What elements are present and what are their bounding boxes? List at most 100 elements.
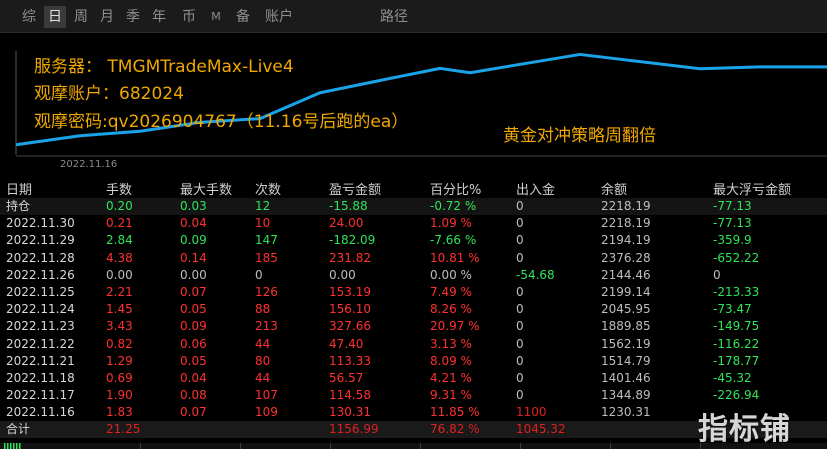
table-cell: 1401.46 — [601, 370, 651, 385]
table-cell: 44 — [255, 336, 271, 351]
table-cell: -213.33 — [713, 285, 760, 300]
table-cell: 327.66 — [329, 319, 371, 334]
table-cell: -116.22 — [713, 336, 760, 351]
table-cell: 2022.11.26 — [6, 267, 75, 282]
table-cell: 2022.11.17 — [6, 388, 75, 403]
table-cell: 0.09 — [180, 319, 207, 334]
table-cell: 47.40 — [329, 336, 364, 351]
table-cell: 0.21 — [106, 216, 133, 231]
table-row[interactable]: 2022.11.28 4.38 0.14 185 231.82 10.81 % 0 2376.… — [0, 250, 827, 267]
strip-mark — [16, 443, 18, 449]
table-cell: 2045.95 — [601, 302, 651, 317]
table-cell: 1230.31 — [601, 405, 651, 420]
strip-divider — [610, 443, 611, 449]
server-info: 服务器： TMGMTradeMax-Live4 — [34, 57, 294, 77]
table-cell: 2022.11.16 — [6, 405, 75, 420]
column-header[interactable]: 最大浮亏金额 — [707, 178, 827, 198]
table-cell: 10 — [255, 216, 271, 231]
table-row[interactable]: 2022.11.23 3.43 0.09 213 327.66 20.97 % 0 1889.… — [0, 318, 827, 335]
tab-2[interactable]: 周 — [70, 6, 92, 28]
table-cell: 185 — [255, 250, 278, 265]
table-cell: -652.22 — [713, 250, 760, 265]
table-cell: 44 — [255, 370, 271, 385]
tab-9[interactable]: 账户 — [258, 6, 300, 28]
table-cell: 0 — [516, 388, 524, 403]
table-cell: 2022.11.24 — [6, 302, 75, 317]
table-cell: 2022.11.28 — [6, 250, 75, 265]
table-cell: 2194.19 — [601, 233, 651, 248]
table-cell: 76.82 % — [424, 421, 510, 439]
table-row[interactable]: 2022.11.17 1.90 0.08 107 114.58 9.31 % 0 1344.8… — [0, 387, 827, 404]
password-info: 观摩密码:qv2026904767（11.16号后跑的ea） — [34, 112, 409, 132]
table-cell: 113.33 — [329, 353, 371, 368]
table-cell: 0 — [516, 216, 524, 231]
column-header[interactable]: 最大手数 — [174, 178, 249, 198]
strip-mark — [13, 443, 15, 449]
table-cell: -182.09 — [329, 233, 376, 248]
table-row[interactable]: 2022.11.24 1.45 0.05 88 156.10 8.26 % 0 2045.95… — [0, 301, 827, 318]
column-header[interactable]: 日期 — [0, 178, 100, 198]
table-cell: 2022.11.29 — [6, 233, 75, 248]
account-info: 观摩账户：682024 — [34, 84, 184, 104]
table-cell: 1889.85 — [601, 319, 651, 334]
tab-1[interactable]: 日 — [44, 6, 66, 28]
table-row[interactable]: 2022.11.21 1.29 0.05 80 113.33 8.09 % 0 1514.79… — [0, 353, 827, 370]
table-cell: 156.10 — [329, 302, 371, 317]
strip-divider — [420, 443, 421, 449]
column-header[interactable]: 次数 — [249, 178, 323, 198]
table-cell: -77.13 — [707, 198, 827, 216]
table-cell: -15.88 — [323, 198, 424, 216]
table-row[interactable]: 2022.11.30 0.21 0.04 10 24.00 1.09 % 0 2218.19 -… — [0, 215, 827, 232]
column-header[interactable]: 盈亏金额 — [323, 178, 424, 198]
table-cell — [249, 421, 323, 439]
table-cell: 0 — [516, 336, 524, 351]
table-cell: 4.21 % — [430, 370, 472, 385]
table-cell: 0.07 — [180, 405, 207, 420]
column-header[interactable]: 百分比% — [424, 178, 510, 198]
period-tab-bar: 综日周月季年币 M 备账户 路径 — [0, 0, 827, 33]
table-cell: 11.85 % — [430, 405, 480, 420]
tab-4[interactable]: 季 — [122, 6, 144, 28]
table-cell: 8.26 % — [430, 302, 472, 317]
tab-5[interactable]: 年 — [148, 6, 170, 28]
table-cell: 1156.99 — [323, 421, 424, 439]
table-cell: -359.9 — [713, 233, 752, 248]
table-cell: 0.08 — [180, 388, 207, 403]
table-cell: 2218.19 — [601, 216, 651, 231]
table-cell: 88 — [255, 302, 271, 317]
table-cell — [174, 421, 249, 439]
table-cell: -226.94 — [713, 388, 760, 403]
tab-7[interactable]: M — [208, 6, 224, 28]
table-cell: 107 — [255, 388, 278, 403]
column-header[interactable]: 出入金 — [510, 178, 595, 198]
table-cell: 1.09 % — [430, 216, 472, 231]
table-row[interactable]: 2022.11.26 0.00 0.00 0 0.00 0.00 % -54.68 2144.… — [0, 267, 827, 284]
tab-3[interactable]: 月 — [96, 6, 118, 28]
table-cell: -54.68 — [516, 267, 555, 282]
table-cell: 3.43 — [106, 319, 133, 334]
column-header[interactable]: 余额 — [595, 178, 707, 198]
column-header[interactable]: 手数 — [100, 178, 174, 198]
table-cell: 2218.19 — [595, 198, 707, 216]
strip-mark — [7, 443, 9, 449]
table-cell: -7.66 % — [430, 233, 477, 248]
table-row[interactable]: 2022.11.22 0.82 0.06 44 47.40 3.13 % 0 1562.19 -… — [0, 336, 827, 353]
tab-10[interactable]: 路径 — [374, 6, 414, 28]
tab-6[interactable]: 币 — [178, 6, 200, 28]
table-cell: 0.07 — [180, 285, 207, 300]
tab-0[interactable]: 综 — [18, 6, 40, 28]
table-row[interactable]: 2022.11.25 2.21 0.07 126 153.19 7.49 % 0 2199.1… — [0, 284, 827, 301]
table-cell: 0 — [516, 319, 524, 334]
tab-8[interactable]: 备 — [232, 6, 254, 28]
table-cell: 2376.28 — [601, 250, 651, 265]
table-cell: 80 — [255, 353, 271, 368]
table-cell: 10.81 % — [430, 250, 480, 265]
table-cell: 2.21 — [106, 285, 133, 300]
table-cell: 2.84 — [106, 233, 133, 248]
chart-start-date: 2022.11.16 — [60, 159, 118, 170]
table-cell: 0.09 — [180, 233, 207, 248]
table-row[interactable]: 2022.11.18 0.69 0.04 44 56.57 4.21 % 0 1401.46 -… — [0, 370, 827, 387]
table-row[interactable]: 持仓 0.20 0.03 12 -15.88 -0.72 % 0 2218.19 -77.13 — [0, 198, 827, 216]
table-cell: 0.04 — [180, 370, 207, 385]
table-row[interactable]: 2022.11.29 2.84 0.09 147 -182.09 -7.66 % 0 2194… — [0, 232, 827, 249]
